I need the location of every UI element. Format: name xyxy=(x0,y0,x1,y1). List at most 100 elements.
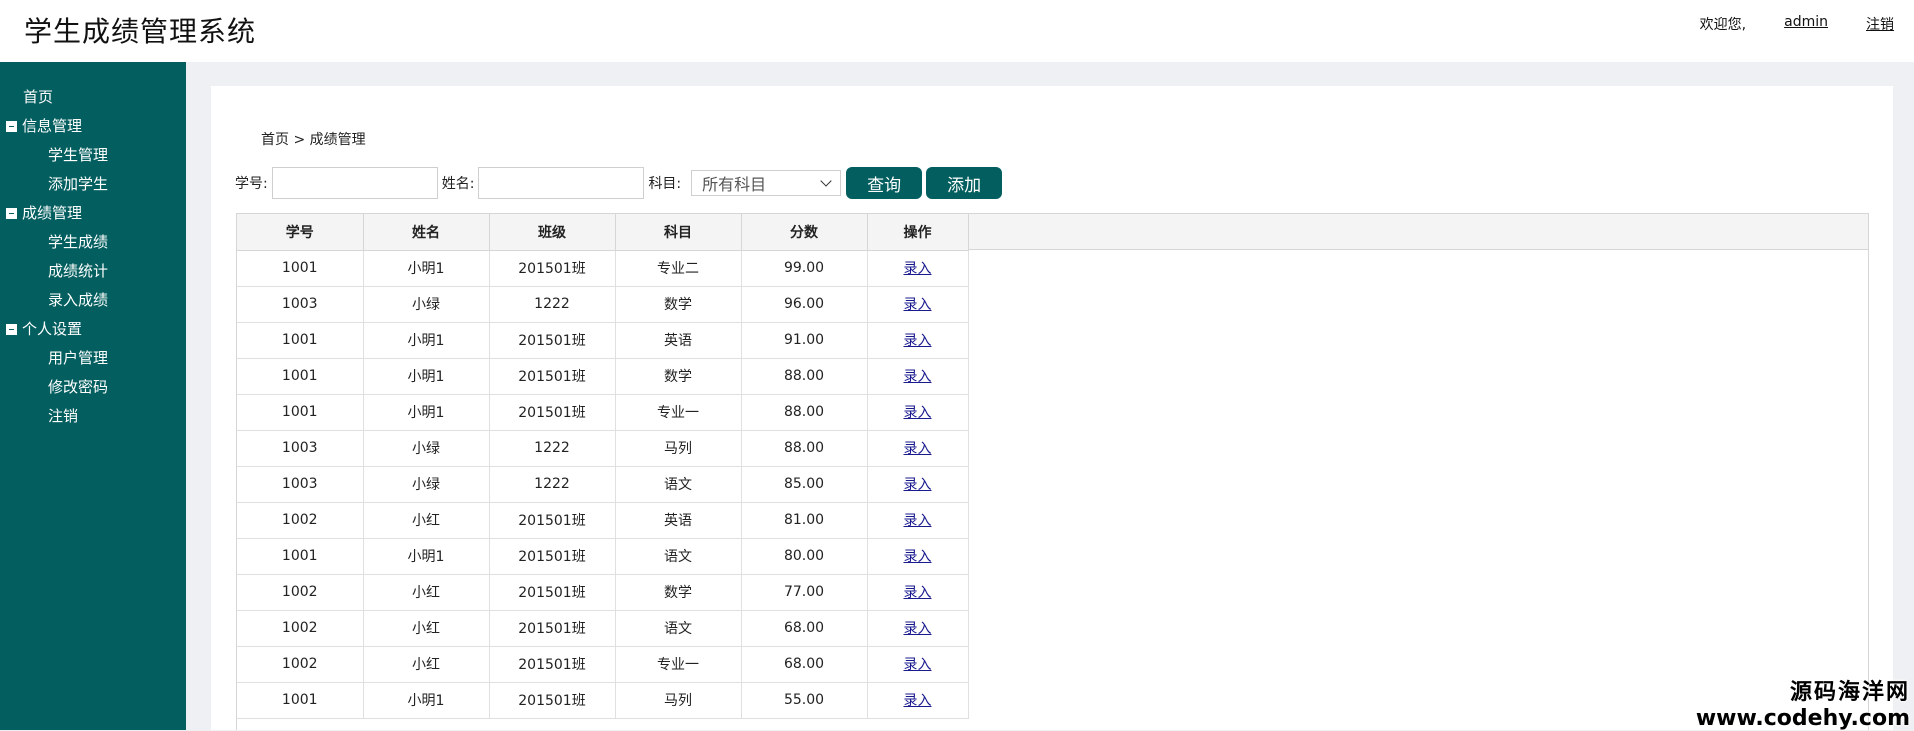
student-id-input[interactable] xyxy=(271,167,438,199)
sidebar-item-enter-scores[interactable]: 录入成绩 xyxy=(48,289,108,310)
table-row: 1001 小明1 201501班 专业二 99.00 录入 xyxy=(237,250,969,287)
table-cell: 小红 xyxy=(363,574,490,611)
enter-score-link[interactable]: 录入 xyxy=(904,261,932,277)
table-cell: 1002 xyxy=(237,574,364,611)
table-cell: 68.00 xyxy=(741,646,868,683)
table-row: 1001 小明1 201501班 语文 80.00 录入 xyxy=(237,538,969,575)
user-area: 欢迎您, admin 注销 xyxy=(1700,14,1894,34)
table-cell: 英语 xyxy=(615,502,742,539)
column-header: 学号 xyxy=(237,214,364,251)
table-cell: 1002 xyxy=(237,502,364,539)
sidebar-group-scores[interactable]: 成绩管理 xyxy=(6,202,82,223)
sidebar-item-add-student[interactable]: 添加学生 xyxy=(48,173,108,194)
table-cell: 201501班 xyxy=(489,502,616,539)
subject-select[interactable]: 所有科目 xyxy=(691,170,842,196)
student-id-label: 学号: xyxy=(235,176,268,192)
enter-score-link[interactable]: 录入 xyxy=(904,513,932,529)
table-cell: 小红 xyxy=(363,502,490,539)
action-cell: 录入 xyxy=(867,430,969,467)
table-cell: 数学 xyxy=(615,574,742,611)
table-cell: 语文 xyxy=(615,466,742,503)
action-cell: 录入 xyxy=(867,394,969,431)
table-body: 1001 小明1 201501班 专业二 99.00 录入 1003 小绿 1222 数学 96.0… xyxy=(237,250,969,719)
table-cell: 数学 xyxy=(615,358,742,395)
sidebar-item-user-manage[interactable]: 用户管理 xyxy=(48,347,108,368)
enter-score-link[interactable]: 录入 xyxy=(904,441,932,457)
sidebar: 首页 信息管理 学生管理 添加学生 成绩管理 学生成绩 成绩统计 录入成绩 个人… xyxy=(0,62,186,730)
column-header: 科目 xyxy=(615,214,742,251)
table-cell: 语文 xyxy=(615,610,742,647)
sidebar-item-change-password[interactable]: 修改密码 xyxy=(48,376,108,397)
query-button[interactable]: 查询 xyxy=(846,167,923,199)
sidebar-item-student-manage[interactable]: 学生管理 xyxy=(48,144,108,165)
logout-link[interactable]: 注销 xyxy=(1866,14,1894,34)
sidebar-item-score-stats[interactable]: 成绩统计 xyxy=(48,260,108,281)
sidebar-item-student-scores[interactable]: 学生成绩 xyxy=(48,231,108,252)
sidebar-group-personal[interactable]: 个人设置 xyxy=(6,318,82,339)
collapse-icon[interactable] xyxy=(6,324,17,335)
column-header: 班级 xyxy=(489,214,616,251)
table-cell: 201501班 xyxy=(489,574,616,611)
table-cell: 1003 xyxy=(237,430,364,467)
table-row: 1001 小明1 201501班 数学 88.00 录入 xyxy=(237,358,969,395)
table-cell: 1002 xyxy=(237,646,364,683)
table-cell: 1222 xyxy=(489,430,616,467)
table-cell: 201501班 xyxy=(489,358,616,395)
enter-score-link[interactable]: 录入 xyxy=(904,621,932,637)
table-cell: 201501班 xyxy=(489,682,616,719)
enter-score-link[interactable]: 录入 xyxy=(904,297,932,313)
enter-score-link[interactable]: 录入 xyxy=(904,693,932,709)
table-row: 1002 小红 201501班 数学 77.00 录入 xyxy=(237,574,969,611)
table-cell: 201501班 xyxy=(489,250,616,287)
enter-score-link[interactable]: 录入 xyxy=(904,585,932,601)
action-cell: 录入 xyxy=(867,538,969,575)
table-cell: 小明1 xyxy=(363,358,490,395)
column-header: 分数 xyxy=(741,214,868,251)
action-cell: 录入 xyxy=(867,286,969,323)
table-cell: 小绿 xyxy=(363,286,490,323)
action-cell: 录入 xyxy=(867,646,969,683)
action-cell: 录入 xyxy=(867,358,969,395)
table-cell: 55.00 xyxy=(741,682,868,719)
table-row: 1001 小明1 201501班 专业一 88.00 录入 xyxy=(237,394,969,431)
enter-score-link[interactable]: 录入 xyxy=(904,549,932,565)
table-cell: 小明1 xyxy=(363,250,490,287)
table-cell: 专业二 xyxy=(615,250,742,287)
enter-score-link[interactable]: 录入 xyxy=(904,477,932,493)
column-header: 操作 xyxy=(867,214,969,251)
table-cell: 1222 xyxy=(489,466,616,503)
enter-score-link[interactable]: 录入 xyxy=(904,657,932,673)
add-button[interactable]: 添加 xyxy=(926,167,1003,199)
collapse-icon[interactable] xyxy=(6,121,17,132)
action-cell: 录入 xyxy=(867,574,969,611)
score-table: 学号 姓名 班级 科目 分数 操作 1001 小明1 201501班 专业二 99.00 录入 100… xyxy=(237,214,969,719)
collapse-icon[interactable] xyxy=(6,208,17,219)
table-cell: 201501班 xyxy=(489,394,616,431)
enter-score-link[interactable]: 录入 xyxy=(904,333,932,349)
sidebar-item-home[interactable]: 首页 xyxy=(23,86,53,107)
table-cell: 1003 xyxy=(237,286,364,323)
enter-score-link[interactable]: 录入 xyxy=(904,405,932,421)
table-cell: 88.00 xyxy=(741,430,868,467)
score-grid: 学号 姓名 班级 科目 分数 操作 1001 小明1 201501班 专业二 99.00 录入 100… xyxy=(236,213,1869,730)
table-cell: 小明1 xyxy=(363,682,490,719)
table-cell: 小绿 xyxy=(363,430,490,467)
table-cell: 1222 xyxy=(489,286,616,323)
action-cell: 录入 xyxy=(867,322,969,359)
action-cell: 录入 xyxy=(867,466,969,503)
username-link[interactable]: admin xyxy=(1784,14,1828,34)
enter-score-link[interactable]: 录入 xyxy=(904,369,932,385)
table-cell: 81.00 xyxy=(741,502,868,539)
table-cell: 85.00 xyxy=(741,466,868,503)
table-cell: 201501班 xyxy=(489,646,616,683)
table-cell: 小红 xyxy=(363,646,490,683)
name-input[interactable] xyxy=(478,167,645,199)
sidebar-group-info[interactable]: 信息管理 xyxy=(6,115,82,136)
table-cell: 小明1 xyxy=(363,538,490,575)
sidebar-item-logout[interactable]: 注销 xyxy=(48,405,78,426)
subject-selected-value: 所有科目 xyxy=(702,175,767,194)
table-row: 1003 小绿 1222 马列 88.00 录入 xyxy=(237,430,969,467)
top-header: 学生成绩管理系统 欢迎您, admin 注销 xyxy=(0,0,1914,62)
table-cell: 马列 xyxy=(615,682,742,719)
action-cell: 录入 xyxy=(867,610,969,647)
